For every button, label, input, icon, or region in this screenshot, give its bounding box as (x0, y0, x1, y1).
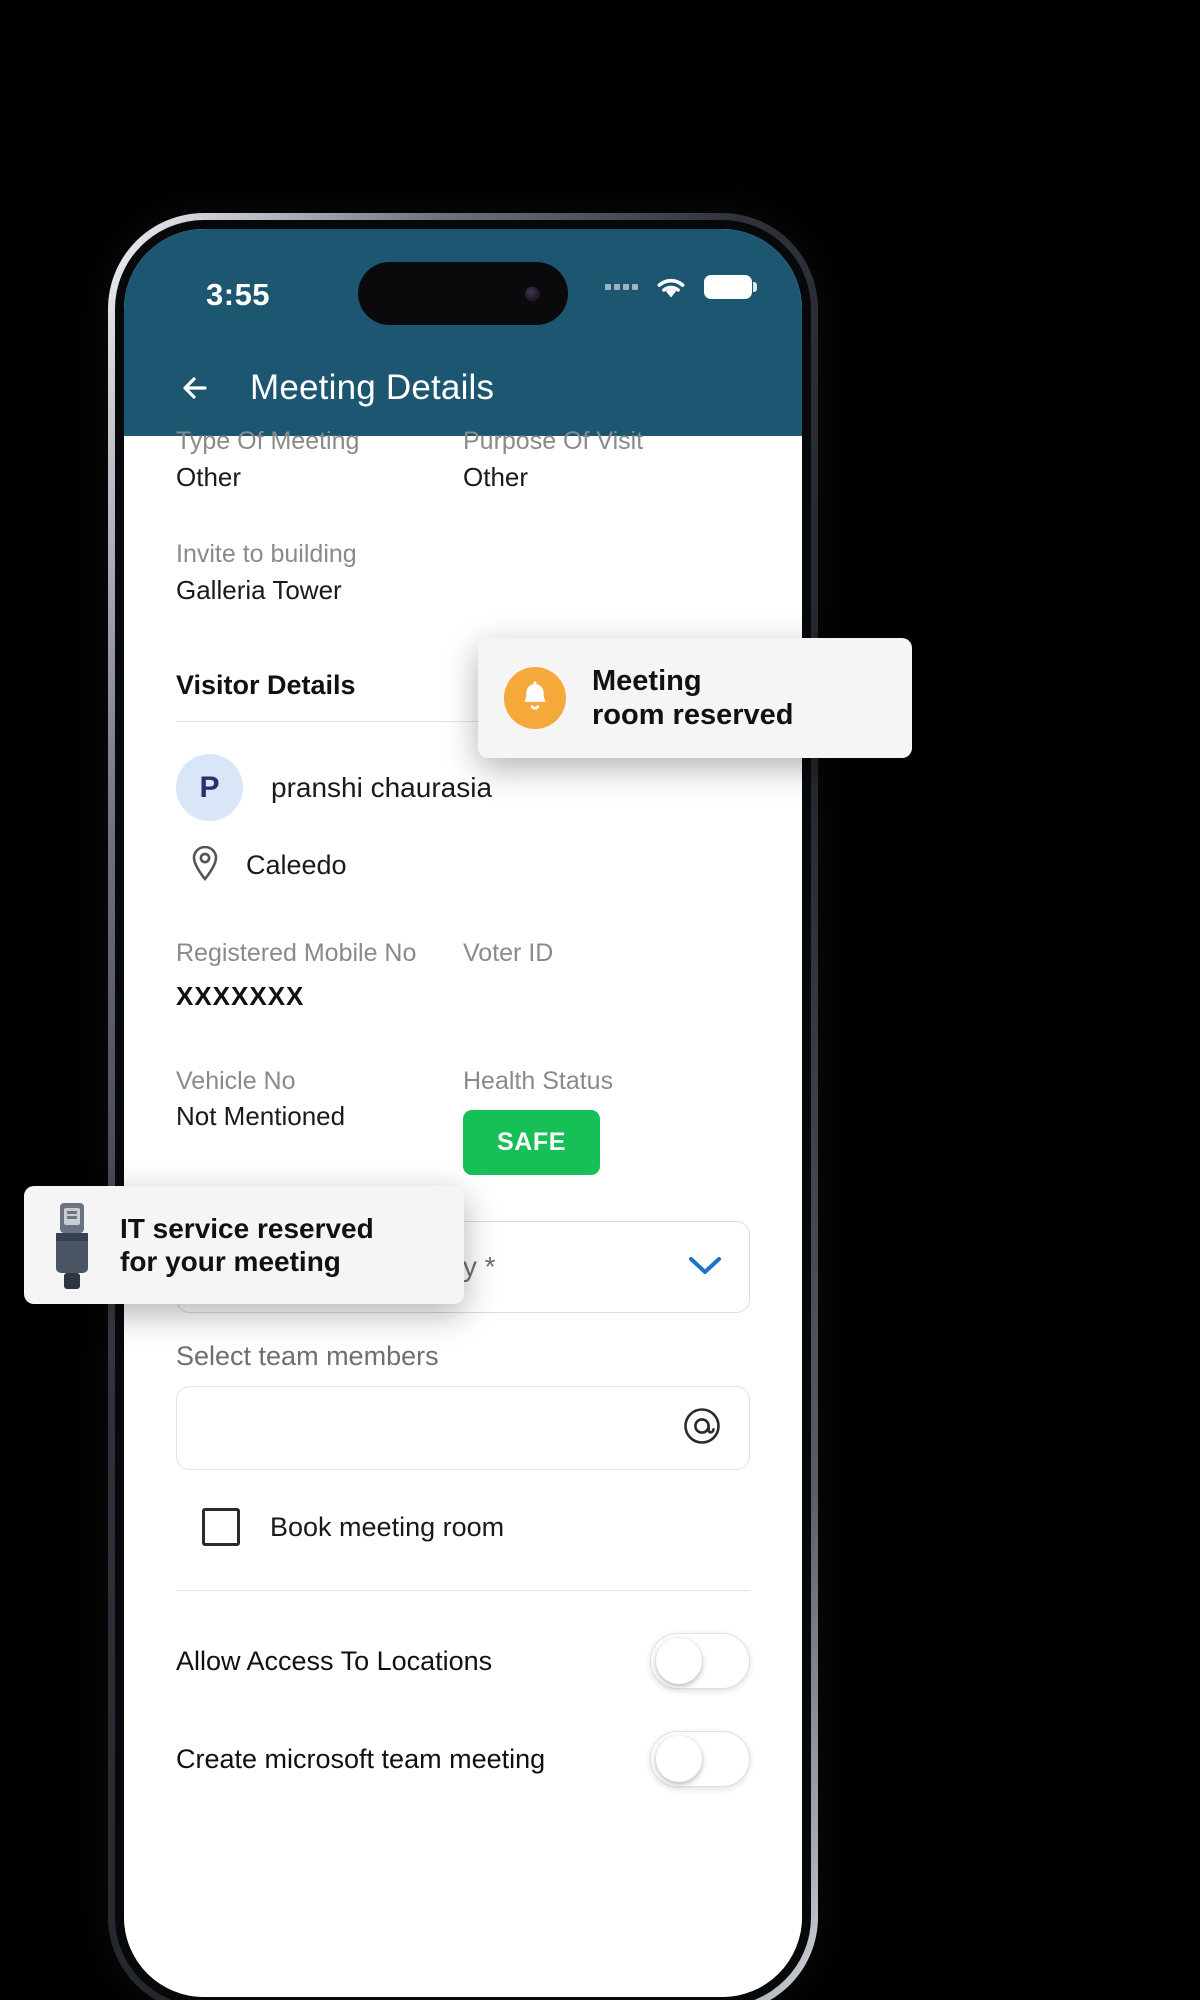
navigation-bar: Meeting Details (124, 339, 802, 436)
toggle-knob (656, 1736, 702, 1782)
voter-id-label: Voter ID (463, 939, 554, 967)
page-title: Meeting Details (250, 367, 495, 407)
visitor-location-row: Caleedo (176, 843, 750, 888)
notification-card-it-service[interactable]: IT service reserved for your meeting (24, 1186, 464, 1304)
invite-to-building-field: Invite to building Galleria Tower (176, 539, 750, 606)
avatar: P (176, 754, 243, 821)
toggle-label-teams-meeting: Create microsoft team meeting (176, 1743, 546, 1774)
toggle-row-allow-access[interactable]: Allow Access To Locations (176, 1633, 750, 1689)
notification-it-text: IT service reserved for your meeting (120, 1212, 374, 1278)
dynamic-island (358, 262, 568, 325)
invite-to-building-value: Galleria Tower (176, 574, 342, 605)
notification-it-line1: IT service reserved (120, 1212, 374, 1244)
vehicle-no-field: Vehicle No Not Mentioned (176, 1066, 463, 1176)
notification-card-meeting-room[interactable]: Meeting room reserved (478, 638, 912, 758)
health-status-field: Health Status SAFE (463, 1066, 750, 1175)
notification-meeting-text: Meeting room reserved (592, 664, 794, 732)
purpose-of-visit-value: Other (463, 461, 529, 492)
front-camera-icon (525, 286, 540, 301)
signal-dots-icon (605, 284, 638, 290)
notification-meeting-line1: Meeting (592, 664, 702, 697)
toggle-label-allow-access: Allow Access To Locations (176, 1645, 493, 1676)
registered-mobile-field: Registered Mobile No XXXXXXX (176, 938, 463, 1012)
notification-it-line2: for your meeting (120, 1246, 341, 1277)
phone-device-frame: 3:55 Meeting Details Type Of Meeting Oth… (108, 213, 818, 2000)
vehicle-and-health-row: Vehicle No Not Mentioned Health Status S… (176, 1066, 750, 1176)
meeting-info-row: Type Of Meeting Other Purpose Of Visit O… (176, 426, 750, 493)
type-of-meeting-field: Type Of Meeting Other (176, 426, 463, 493)
registered-mobile-label: Registered Mobile No (176, 939, 417, 967)
bell-icon (504, 667, 566, 729)
divider (176, 1590, 750, 1591)
invite-to-building-label: Invite to building (176, 540, 357, 568)
chevron-down-icon[interactable] (687, 1254, 723, 1281)
type-of-meeting-label: Type Of Meeting (176, 427, 360, 455)
voter-id-field: Voter ID (463, 938, 750, 1012)
vehicle-no-label: Vehicle No (176, 1066, 296, 1095)
phone-bezel: 3:55 Meeting Details Type Of Meeting Oth… (115, 220, 811, 2000)
book-meeting-room-label: Book meeting room (270, 1511, 505, 1542)
vehicle-no-value: Not Mentioned (176, 1101, 346, 1131)
team-members-label: Select team members (176, 1341, 439, 1371)
purpose-of-visit-label: Purpose Of Visit (463, 427, 644, 455)
notification-meeting-line2: room reserved (592, 699, 794, 731)
app-header: 3:55 Meeting Details (124, 229, 802, 436)
battery-icon (704, 275, 757, 299)
visitor-identity-row: P pranshi chaurasia (176, 754, 750, 821)
visitor-location: Caleedo (246, 850, 347, 880)
health-status-label: Health Status (463, 1066, 614, 1095)
book-meeting-room-checkbox[interactable] (202, 1508, 240, 1546)
registered-mobile-value: XXXXXXX (176, 980, 305, 1011)
toggle-knob (656, 1638, 702, 1684)
book-meeting-room-row[interactable]: Book meeting room (176, 1508, 750, 1546)
toggle-create-microsoft-team-meeting[interactable] (650, 1731, 750, 1787)
toggle-row-teams-meeting[interactable]: Create microsoft team meeting (176, 1731, 750, 1787)
usb-connector-icon (46, 1199, 98, 1291)
type-of-meeting-value: Other (176, 461, 242, 492)
back-arrow-icon[interactable] (176, 366, 220, 410)
mobile-and-voter-row: Registered Mobile No XXXXXXX Voter ID (176, 938, 750, 1012)
status-bar: 3:55 (124, 229, 802, 339)
toggle-allow-access-to-locations[interactable] (650, 1633, 750, 1689)
phone-screen: 3:55 Meeting Details Type Of Meeting Oth… (124, 229, 802, 1997)
at-sign-icon (681, 1405, 723, 1452)
team-members-input[interactable] (176, 1386, 750, 1470)
purpose-of-visit-field: Purpose Of Visit Other (463, 426, 750, 493)
visitor-name: pranshi chaurasia (271, 771, 493, 803)
status-bar-time: 3:55 (206, 277, 271, 312)
wifi-icon (652, 273, 690, 301)
status-badge: SAFE (463, 1110, 601, 1175)
status-bar-indicators (605, 273, 757, 301)
location-pin-icon (188, 843, 222, 888)
